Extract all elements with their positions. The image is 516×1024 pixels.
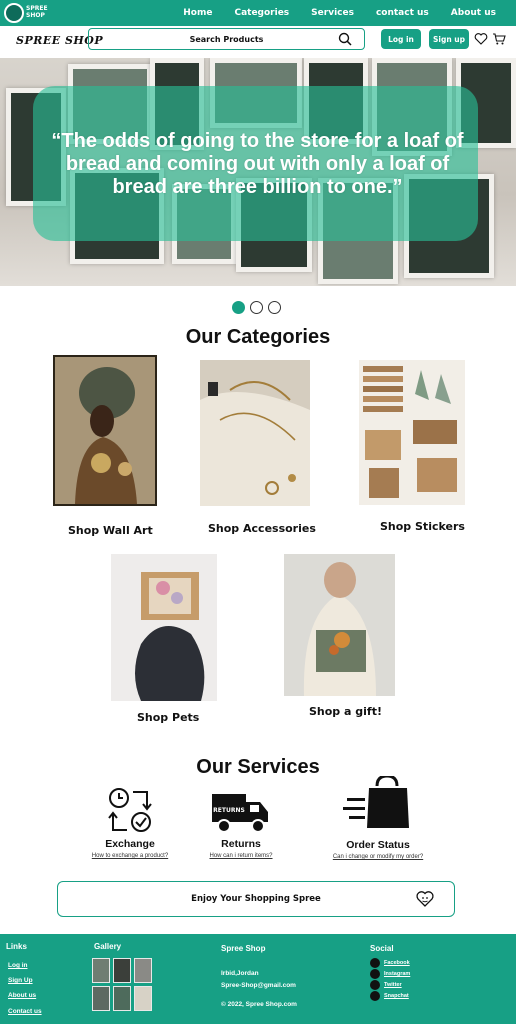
shopping-bag-icon [316,774,440,839]
signup-button[interactable]: Sign up [429,29,469,49]
nav-contact-us[interactable]: contact us [376,8,429,18]
social-snapchat[interactable]: Snapchat [370,991,409,1001]
carousel-dot-2[interactable] [250,301,263,314]
search-input[interactable]: Search Products [88,28,365,50]
social-label: Snapchat [384,993,409,999]
category-image[interactable] [53,355,157,506]
footer-links-title: Links [6,942,27,951]
categories-title: Our Categories [185,326,331,348]
category-image[interactable] [111,554,217,701]
gallery-image[interactable] [92,958,110,983]
top-nav: Home Categories Services contact us Abou… [161,0,496,26]
nav-categories[interactable]: Categories [234,8,289,18]
nav-services[interactable]: Services [311,8,354,18]
heart-face-icon [416,890,434,913]
footer-address: Irbid,Jordan [221,970,259,977]
category-label[interactable]: Shop a gift! [309,705,382,718]
category-label[interactable]: Shop Accessories [208,522,316,535]
search-placeholder: Search Products [189,35,264,44]
category-label[interactable]: Shop Stickers [380,520,465,533]
nav-home[interactable]: Home [183,8,212,18]
logo-text: SPREE SHOP [26,5,48,19]
enjoy-banner-text: Enjoy Your Shopping Spree [191,894,321,904]
service-exchange: Exchange How to exchange a product? [80,786,180,859]
social-twitter[interactable]: Twitter [370,980,402,990]
gallery-image[interactable] [92,986,110,1011]
footer-link-about[interactable]: About us [8,992,36,999]
category-label[interactable]: Shop Wall Art [68,524,153,537]
service-order-status: Order Status Can i change or modify my o… [316,774,440,860]
carousel-dot-3[interactable] [268,301,281,314]
svg-text:RETURNS: RETURNS [213,807,245,814]
returns-truck-icon: RETURNS [191,788,291,838]
category-image[interactable] [200,360,310,506]
social-label: Instagram [384,971,411,977]
hero-carousel: “The odds of going to the store for a lo… [0,58,516,286]
snapchat-icon [370,991,380,1001]
gallery-image[interactable] [113,986,131,1011]
instagram-icon [370,969,380,979]
top-nav-bar: SPREE SHOP Home Categories Services cont… [0,0,516,26]
exchange-icon [80,786,180,838]
header: SPREE SHOP Search Products Log in Sign u… [0,26,516,58]
category-image[interactable] [359,360,465,505]
hero-quote: “The odds of going to the store for a lo… [51,130,464,198]
footer-email[interactable]: Spree-Shop@gmail.com [221,982,296,989]
social-label: Facebook [384,960,410,966]
carousel-indicators [232,301,281,314]
footer-gallery-title: Gallery [94,942,122,951]
service-title: Exchange [105,838,155,850]
service-link[interactable]: How can i return items? [191,853,291,859]
enjoy-banner[interactable]: Enjoy Your Shopping Spree [57,881,455,917]
social-instagram[interactable]: Instagram [370,969,410,979]
carousel-dot-1[interactable] [232,301,245,314]
search-icon[interactable] [338,32,352,51]
footer-copyright: © 2022, Spree Shop.com [221,1001,297,1008]
footer-link-signup[interactable]: Sign Up [8,977,33,984]
service-returns: RETURNS Returns How can i return items? [191,788,291,859]
globe-logo-icon [4,3,24,23]
service-link[interactable]: How to exchange a product? [80,853,180,859]
gallery-image[interactable] [134,986,152,1011]
cart-icon[interactable] [492,32,506,51]
service-title: Returns [221,838,261,850]
twitter-icon [370,980,380,990]
facebook-icon [370,958,380,968]
service-link[interactable]: Can i change or modify my order? [316,854,440,860]
login-button[interactable]: Log in [381,29,421,49]
gallery-image[interactable] [113,958,131,983]
footer-link-login[interactable]: Log in [8,962,28,969]
footer-link-contact[interactable]: Contact us [8,1008,42,1015]
social-label: Twitter [384,982,402,988]
footer: Links Log in Sign Up About us Contact us… [0,934,516,1024]
category-label[interactable]: Shop Pets [137,711,199,724]
logo[interactable]: SPREE SHOP [4,2,48,24]
social-facebook[interactable]: Facebook [370,958,410,968]
gallery-image[interactable] [134,958,152,983]
heart-icon[interactable] [474,32,488,51]
service-title: Order Status [346,839,410,851]
category-image[interactable] [284,554,395,696]
footer-shop-title: Spree Shop [221,944,266,953]
footer-social-title: Social [370,944,394,953]
nav-about-us[interactable]: About us [451,8,496,18]
